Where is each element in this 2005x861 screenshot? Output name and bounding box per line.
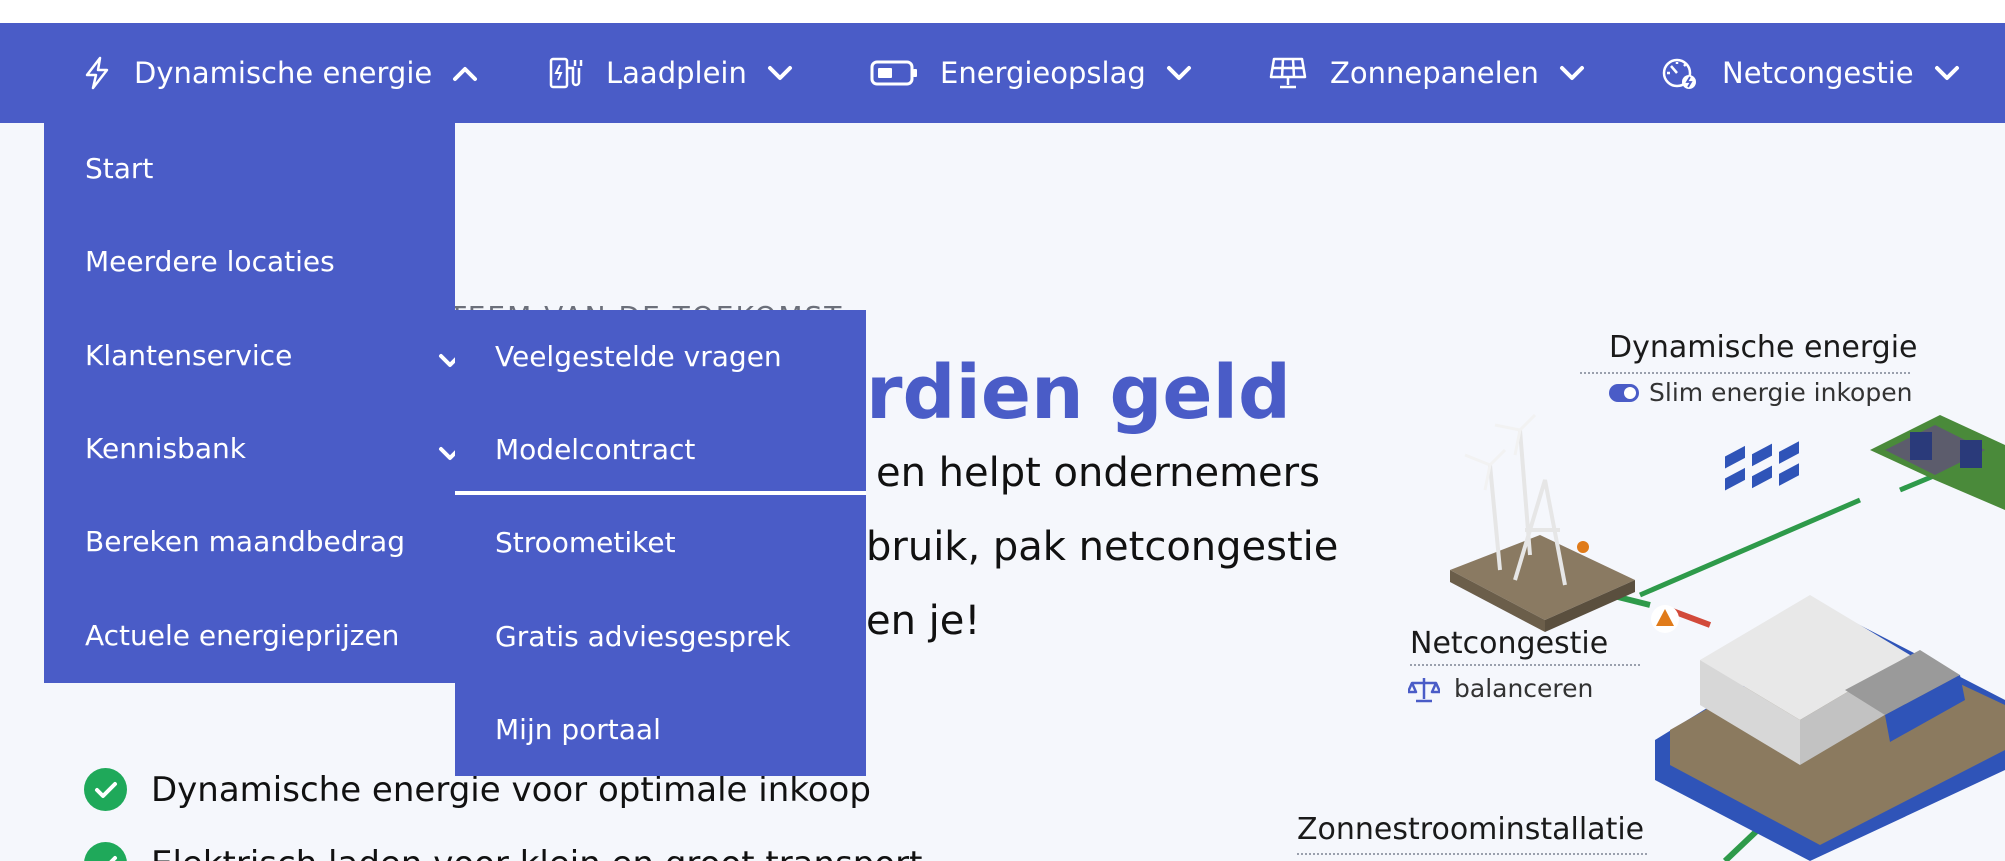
check-circle-icon <box>84 768 127 811</box>
hero-headline: rdien geld <box>866 350 1291 436</box>
illus-sub-text: balanceren <box>1454 674 1594 703</box>
chevron-down-icon <box>1934 64 1960 82</box>
nav-item-dynamische-energie[interactable]: Dynamische energie <box>82 23 478 123</box>
nav-item-energieopslag[interactable]: Energieopslag <box>870 23 1192 123</box>
illus-leader-line <box>1580 372 1910 374</box>
illus-leader-line <box>1297 853 1647 855</box>
nav-label: Energieopslag <box>940 56 1146 90</box>
dropdown-item-kennisbank[interactable]: Kennisbank <box>85 432 461 465</box>
chevron-down-icon <box>1166 64 1192 82</box>
illus-label-dynamic: Dynamische energie <box>1609 330 1918 365</box>
submenu-klantenservice: Veelgestelde vragen Modelcontract Stroom… <box>455 310 866 776</box>
dropdown-item-meerdere-locaties[interactable]: Meerdere locaties <box>85 245 335 278</box>
battery-icon <box>870 59 918 87</box>
grid-meter-icon <box>1660 56 1700 90</box>
submenu-item-veelgestelde-vragen[interactable]: Veelgestelde vragen <box>495 340 782 373</box>
submenu-item-modelcontract[interactable]: Modelcontract <box>495 433 695 466</box>
submenu-item-stroometiket[interactable]: Stroometiket <box>495 526 676 559</box>
bullet-text: Elektrisch laden voor klein en groot tra… <box>151 844 923 861</box>
energy-system-illustration <box>1450 413 2005 861</box>
illus-sub-netcongestie: balanceren <box>1408 674 1593 703</box>
submenu-item-mijn-portaal[interactable]: Mijn portaal <box>495 713 661 746</box>
dropdown-item-label: Kennisbank <box>85 432 246 465</box>
nav-label: Netcongestie <box>1722 56 1914 90</box>
lightning-icon <box>82 56 112 90</box>
hero-body-line: bruik, pak netcongestie <box>866 524 1339 570</box>
toggle-icon <box>1609 383 1639 402</box>
dropdown-item-klantenservice[interactable]: Klantenservice <box>85 339 461 372</box>
illus-leader-line <box>1410 664 1640 666</box>
nav-label: Zonnepanelen <box>1330 56 1539 90</box>
dropdown-item-start[interactable]: Start <box>85 152 153 185</box>
chevron-down-icon <box>767 64 793 82</box>
nav-label: Dynamische energie <box>134 56 433 90</box>
chevron-down-icon <box>1559 64 1585 82</box>
illus-sub-text: Slim energie inkopen <box>1649 378 1913 407</box>
dropdown-item-actuele-energieprijzen[interactable]: Actuele energieprijzen <box>85 619 399 652</box>
nav-item-netcongestie[interactable]: Netcongestie <box>1660 23 1960 123</box>
hero-body-line: en je! <box>866 598 981 644</box>
dropdown-dynamische-energie: Start Meerdere locaties Klantenservice K… <box>44 123 461 683</box>
nav-label: Laadplein <box>606 56 747 90</box>
illus-label-netcongestie: Netcongestie <box>1410 626 1609 661</box>
scale-icon <box>1408 675 1440 703</box>
submenu-divider <box>455 491 866 495</box>
main-navbar: Dynamische energie Laadplein Energieopsl… <box>0 23 2005 123</box>
solar-panel-icon <box>1268 56 1308 90</box>
nav-item-zonnepanelen[interactable]: Zonnepanelen <box>1268 23 1585 123</box>
submenu-item-gratis-adviesgesprek[interactable]: Gratis adviesgesprek <box>495 620 790 653</box>
hero-bullet: Elektrisch laden voor klein en groot tra… <box>84 842 923 861</box>
check-circle-icon <box>84 842 127 861</box>
illus-label-solar: Zonnestroominstallatie <box>1297 812 1645 847</box>
ev-charger-icon <box>548 56 584 90</box>
dropdown-item-label: Klantenservice <box>85 339 293 372</box>
chevron-up-icon <box>452 64 478 82</box>
illus-sub-dynamic: Slim energie inkopen <box>1609 378 1912 407</box>
nav-item-laadplein[interactable]: Laadplein <box>548 23 793 123</box>
top-strip <box>0 0 2005 23</box>
hero-body-line: en helpt ondernemers <box>876 450 1320 496</box>
dropdown-item-bereken-maandbedrag[interactable]: Bereken maandbedrag <box>85 525 405 558</box>
